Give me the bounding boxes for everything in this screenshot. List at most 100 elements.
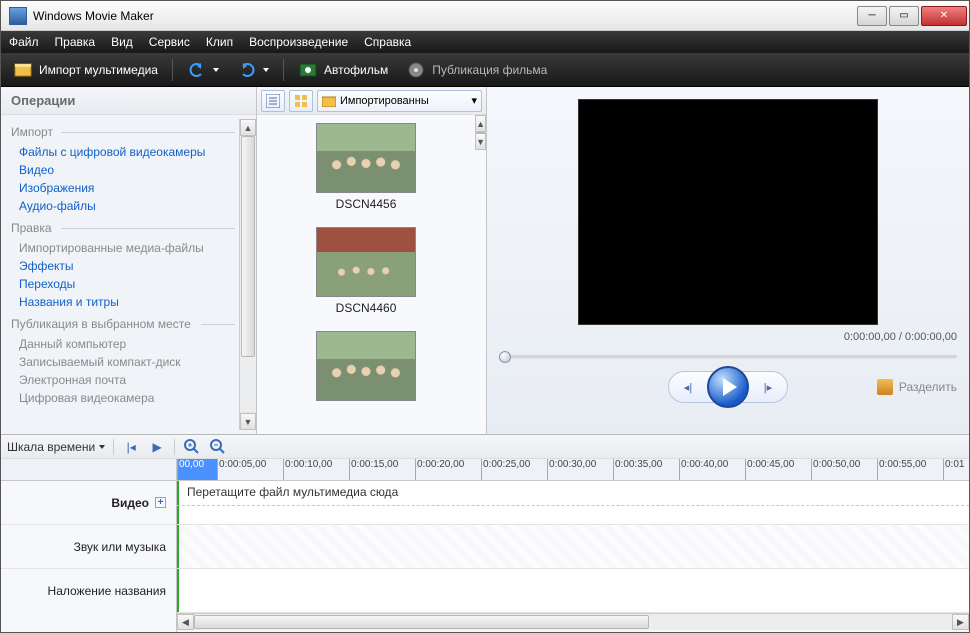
app-icon bbox=[9, 7, 27, 25]
split-button[interactable]: Разделить bbox=[877, 379, 957, 395]
play-button[interactable] bbox=[707, 366, 749, 408]
import-icon bbox=[13, 60, 33, 80]
tasks-scrollbar[interactable]: ▲ ▼ bbox=[239, 119, 256, 430]
collection-scrollbar[interactable]: ▲ ▼ bbox=[475, 115, 486, 434]
scroll-down-icon[interactable]: ▼ bbox=[475, 133, 486, 150]
folder-icon bbox=[322, 95, 336, 107]
chevron-down-icon: ▾ bbox=[471, 94, 477, 107]
task-link[interactable]: Файлы с цифровой видеокамеры bbox=[11, 143, 239, 161]
clip-item[interactable]: DSCN4456 bbox=[306, 123, 426, 221]
menu-edit[interactable]: Правка bbox=[55, 35, 96, 49]
playhead-marker[interactable] bbox=[177, 481, 179, 524]
timeline-view-dropdown[interactable]: Шкала времени bbox=[7, 440, 105, 454]
seek-bar[interactable] bbox=[499, 349, 957, 365]
close-button[interactable]: ✕ bbox=[921, 6, 967, 26]
undo-icon bbox=[187, 60, 207, 80]
task-group-title: Правка bbox=[11, 221, 239, 235]
timeline-toolbar: Шкала времени |◂ ▶ bbox=[1, 435, 969, 459]
play-timeline-button[interactable]: ▶ bbox=[148, 438, 166, 456]
collection-body: DSCN4456 DSCN4460 ▲ ▼ bbox=[257, 115, 486, 434]
timeline-ruler[interactable]: 00,000:00:05,000:00:10,000:00:15,000:00:… bbox=[177, 459, 969, 481]
view-details-button[interactable] bbox=[261, 90, 285, 112]
import-media-button[interactable]: Импорт мультимедиа bbox=[9, 58, 162, 82]
track-divider bbox=[177, 505, 969, 506]
clip-thumbnail bbox=[316, 331, 416, 401]
scroll-thumb[interactable] bbox=[476, 132, 485, 134]
publish-icon bbox=[406, 60, 426, 80]
scroll-thumb[interactable] bbox=[241, 136, 255, 357]
ruler-tick: 0:00:45,00 bbox=[745, 459, 811, 480]
minimize-button[interactable]: ─ bbox=[857, 6, 887, 26]
menu-view[interactable]: Вид bbox=[111, 35, 133, 49]
task-link[interactable]: Видео bbox=[11, 161, 239, 179]
task-link[interactable]: Изображения bbox=[11, 179, 239, 197]
menu-play[interactable]: Воспроизведение bbox=[249, 35, 348, 49]
redo-icon bbox=[237, 60, 257, 80]
menu-clip[interactable]: Клип bbox=[206, 35, 233, 49]
video-track[interactable]: Перетащите файл мультимедиа сюда bbox=[177, 481, 969, 525]
task-link[interactable]: Переходы bbox=[11, 275, 239, 293]
publish-label: Публикация фильма bbox=[432, 63, 547, 77]
playhead-marker[interactable] bbox=[177, 569, 179, 612]
clip-item[interactable] bbox=[306, 331, 426, 401]
rewind-button[interactable]: |◂ bbox=[122, 438, 140, 456]
ruler-tick: 0:01 bbox=[943, 459, 969, 480]
ruler-tick: 0:00:35,00 bbox=[613, 459, 679, 480]
task-link: Записываемый компакт-диск bbox=[11, 353, 239, 371]
import-label: Импорт мультимедиа bbox=[39, 63, 158, 77]
redo-button[interactable] bbox=[233, 58, 273, 82]
task-link[interactable]: Названия и титры bbox=[11, 293, 239, 311]
task-link[interactable]: Эффекты bbox=[11, 257, 239, 275]
seek-knob[interactable] bbox=[499, 351, 511, 363]
tasks-body: ИмпортФайлы с цифровой видеокамерыВидеоИ… bbox=[1, 115, 256, 434]
scroll-left-icon[interactable]: ◀ bbox=[177, 614, 194, 630]
undo-button[interactable] bbox=[183, 58, 223, 82]
menu-tools[interactable]: Сервис bbox=[149, 35, 190, 49]
publish-button[interactable]: Публикация фильма bbox=[402, 58, 551, 82]
timeline-pane: Шкала времени |◂ ▶ Видео + Звук или музы… bbox=[1, 434, 969, 632]
ruler-tick: 0:00:55,00 bbox=[877, 459, 943, 480]
clip-item[interactable]: DSCN4460 bbox=[306, 227, 426, 325]
app-window: Windows Movie Maker ─ ▭ ✕ Файл Правка Ви… bbox=[0, 0, 970, 633]
scroll-thumb[interactable] bbox=[194, 615, 649, 629]
next-frame-button[interactable]: |▸ bbox=[755, 377, 781, 397]
scroll-down-icon[interactable]: ▼ bbox=[240, 413, 256, 430]
window-title: Windows Movie Maker bbox=[33, 9, 855, 23]
split-label: Разделить bbox=[899, 380, 957, 394]
title-track[interactable] bbox=[177, 569, 969, 613]
scroll-right-icon[interactable]: ▶ bbox=[952, 614, 969, 630]
timeline-hscrollbar[interactable]: ◀ ▶ bbox=[177, 613, 969, 630]
timeline-labels: Видео + Звук или музыка Наложение назван… bbox=[1, 459, 177, 632]
prev-frame-button[interactable]: ◂| bbox=[675, 377, 701, 397]
play-icon bbox=[723, 378, 737, 396]
ruler-tick: 0:00:15,00 bbox=[349, 459, 415, 480]
clip-thumbnail bbox=[316, 123, 416, 193]
ruler-tick: 0:00:30,00 bbox=[547, 459, 613, 480]
menu-help[interactable]: Справка bbox=[364, 35, 411, 49]
audio-track[interactable] bbox=[177, 525, 969, 569]
zoom-in-button[interactable] bbox=[183, 438, 201, 456]
ruler-label-spacer bbox=[1, 459, 176, 481]
collection-dropdown-label: Импортированны bbox=[340, 95, 429, 107]
scroll-up-icon[interactable]: ▲ bbox=[475, 115, 486, 132]
toolbar-separator bbox=[283, 59, 284, 81]
zoom-out-button[interactable] bbox=[209, 438, 227, 456]
clip-caption: DSCN4460 bbox=[336, 301, 397, 315]
playhead-marker[interactable] bbox=[177, 525, 179, 568]
task-link: Данный компьютер bbox=[11, 335, 239, 353]
toolbar: Импорт мультимедиа Автофильм Публикация … bbox=[1, 53, 969, 87]
separator bbox=[174, 439, 175, 455]
clip-thumbnail bbox=[316, 227, 416, 297]
window-buttons: ─ ▭ ✕ bbox=[855, 6, 967, 26]
menu-file[interactable]: Файл bbox=[9, 35, 39, 49]
maximize-button[interactable]: ▭ bbox=[889, 6, 919, 26]
view-thumbnails-button[interactable] bbox=[289, 90, 313, 112]
automovie-button[interactable]: Автофильм bbox=[294, 58, 392, 82]
task-group-title: Публикация в выбранном месте bbox=[11, 317, 239, 331]
scroll-up-icon[interactable]: ▲ bbox=[240, 119, 256, 136]
collection-dropdown[interactable]: Импортированны ▾ bbox=[317, 90, 482, 112]
task-link: Цифровая видеокамера bbox=[11, 389, 239, 407]
task-link[interactable]: Аудио-файлы bbox=[11, 197, 239, 215]
task-link: Электронная почта bbox=[11, 371, 239, 389]
expand-video-button[interactable]: + bbox=[155, 497, 166, 508]
